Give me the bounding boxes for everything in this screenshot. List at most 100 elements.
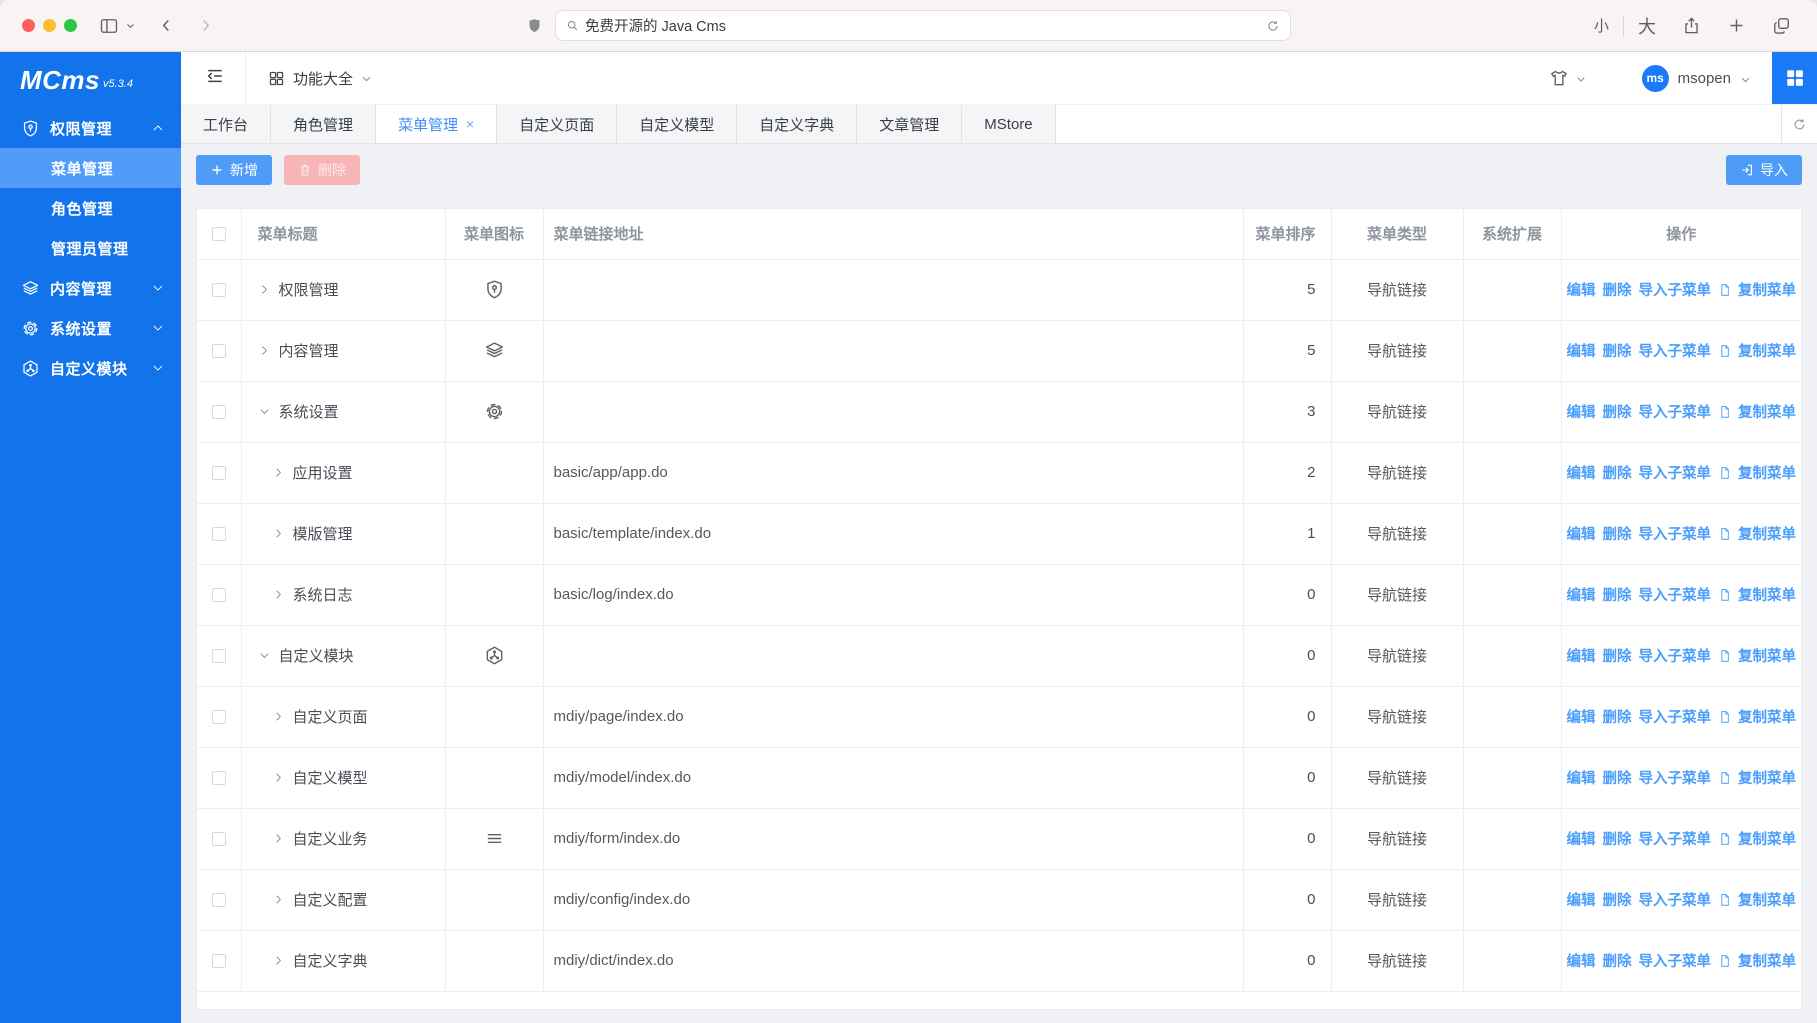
copy-link[interactable]: 复制菜单 (1718, 767, 1796, 788)
expand-row-icon[interactable] (272, 771, 285, 784)
reload-icon[interactable] (1266, 19, 1280, 33)
import-sub-link[interactable]: 导入子菜单 (1639, 828, 1712, 849)
close-tab-icon[interactable]: × (466, 116, 474, 132)
row-checkbox[interactable] (212, 954, 226, 968)
edit-link[interactable]: 编辑 (1567, 645, 1596, 666)
user-menu-chevron-icon[interactable] (1739, 73, 1752, 86)
apps-grid-button[interactable] (1772, 52, 1817, 104)
expand-row-icon[interactable] (272, 710, 285, 723)
row-checkbox[interactable] (212, 588, 226, 602)
import-sub-link[interactable]: 导入子菜单 (1639, 523, 1712, 544)
expand-row-icon[interactable] (272, 588, 285, 601)
copy-link[interactable]: 复制菜单 (1718, 828, 1796, 849)
row-checkbox[interactable] (212, 771, 226, 785)
delete-link[interactable]: 删除 (1603, 401, 1632, 422)
back-icon[interactable] (158, 17, 175, 34)
select-all-checkbox[interactable] (212, 227, 226, 241)
sidebar-item[interactable]: 内容管理 (0, 268, 181, 308)
theme-dropdown[interactable] (1549, 68, 1587, 88)
row-checkbox[interactable] (212, 649, 226, 663)
delete-link[interactable]: 删除 (1603, 767, 1632, 788)
tab-overview-icon[interactable] (1772, 16, 1791, 35)
delete-link[interactable]: 删除 (1603, 584, 1632, 605)
sidebar-item[interactable]: 自定义模块 (0, 348, 181, 388)
import-sub-link[interactable]: 导入子菜单 (1639, 645, 1712, 666)
row-checkbox[interactable] (212, 893, 226, 907)
edit-link[interactable]: 编辑 (1567, 889, 1596, 910)
refresh-tab-icon[interactable] (1781, 105, 1817, 143)
share-icon[interactable] (1682, 16, 1701, 35)
edit-link[interactable]: 编辑 (1567, 828, 1596, 849)
edit-link[interactable]: 编辑 (1567, 950, 1596, 971)
row-checkbox[interactable] (212, 344, 226, 358)
copy-link[interactable]: 复制菜单 (1718, 645, 1796, 666)
tab[interactable]: 角色管理 (271, 105, 376, 143)
tab[interactable]: 工作台 (181, 105, 271, 143)
row-checkbox[interactable] (212, 832, 226, 846)
tab[interactable]: 自定义模型 (617, 105, 737, 143)
delete-link[interactable]: 删除 (1603, 889, 1632, 910)
copy-link[interactable]: 复制菜单 (1718, 950, 1796, 971)
text-smaller-button[interactable]: 小 (1594, 15, 1609, 36)
sidebar-item[interactable]: 权限管理 (0, 108, 181, 148)
copy-link[interactable]: 复制菜单 (1718, 279, 1796, 300)
expand-row-icon[interactable] (258, 344, 271, 357)
copy-link[interactable]: 复制菜单 (1718, 401, 1796, 422)
import-sub-link[interactable]: 导入子菜单 (1639, 889, 1712, 910)
delete-link[interactable]: 删除 (1603, 950, 1632, 971)
edit-link[interactable]: 编辑 (1567, 767, 1596, 788)
sidebar-item[interactable]: 系统设置 (0, 308, 181, 348)
delete-link[interactable]: 删除 (1603, 645, 1632, 666)
copy-link[interactable]: 复制菜单 (1718, 340, 1796, 361)
expand-row-icon[interactable] (272, 954, 285, 967)
delete-link[interactable]: 删除 (1603, 462, 1632, 483)
delete-link[interactable]: 删除 (1603, 706, 1632, 727)
new-tab-icon[interactable] (1727, 16, 1746, 35)
zoom-window-button[interactable] (64, 19, 77, 32)
edit-link[interactable]: 编辑 (1567, 340, 1596, 361)
edit-link[interactable]: 编辑 (1567, 523, 1596, 544)
import-sub-link[interactable]: 导入子菜单 (1639, 279, 1712, 300)
copy-link[interactable]: 复制菜单 (1718, 462, 1796, 483)
address-bar[interactable]: 免费开源的 Java Cms (555, 10, 1291, 41)
row-checkbox[interactable] (212, 527, 226, 541)
copy-link[interactable]: 复制菜单 (1718, 706, 1796, 727)
chevron-down-icon[interactable] (125, 20, 136, 31)
delete-link[interactable]: 删除 (1603, 828, 1632, 849)
sidebar-subitem[interactable]: 管理员管理 (0, 228, 181, 268)
app-menu-dropdown[interactable]: 功能大全 (268, 68, 373, 89)
expand-row-icon[interactable] (272, 832, 285, 845)
sidebar-subitem[interactable]: 角色管理 (0, 188, 181, 228)
forward-icon[interactable] (197, 17, 214, 34)
expand-row-icon[interactable] (272, 893, 285, 906)
delete-link[interactable]: 删除 (1603, 279, 1632, 300)
import-sub-link[interactable]: 导入子菜单 (1639, 706, 1712, 727)
close-window-button[interactable] (22, 19, 35, 32)
delete-button[interactable]: 删除 (284, 155, 360, 185)
row-checkbox[interactable] (212, 405, 226, 419)
import-sub-link[interactable]: 导入子菜单 (1639, 584, 1712, 605)
expand-row-icon[interactable] (258, 283, 271, 296)
tab[interactable]: 自定义页面 (497, 105, 617, 143)
edit-link[interactable]: 编辑 (1567, 706, 1596, 727)
row-checkbox[interactable] (212, 710, 226, 724)
import-sub-link[interactable]: 导入子菜单 (1639, 340, 1712, 361)
import-sub-link[interactable]: 导入子菜单 (1639, 767, 1712, 788)
collapse-row-icon[interactable] (258, 405, 271, 418)
tab[interactable]: 文章管理 (857, 105, 962, 143)
sidebar-subitem[interactable]: 菜单管理 (0, 148, 181, 188)
minimize-window-button[interactable] (43, 19, 56, 32)
delete-link[interactable]: 删除 (1603, 340, 1632, 361)
privacy-shield-icon[interactable] (526, 17, 543, 34)
row-checkbox[interactable] (212, 466, 226, 480)
browser-sidebar-toggle-icon[interactable] (99, 16, 119, 36)
import-sub-link[interactable]: 导入子菜单 (1639, 401, 1712, 422)
collapse-row-icon[interactable] (258, 649, 271, 662)
row-checkbox[interactable] (212, 283, 226, 297)
copy-link[interactable]: 复制菜单 (1718, 523, 1796, 544)
tab[interactable]: 自定义字典 (737, 105, 857, 143)
import-button[interactable]: 导入 (1726, 155, 1802, 185)
copy-link[interactable]: 复制菜单 (1718, 889, 1796, 910)
import-sub-link[interactable]: 导入子菜单 (1639, 950, 1712, 971)
collapse-sidebar-icon[interactable] (205, 66, 225, 91)
